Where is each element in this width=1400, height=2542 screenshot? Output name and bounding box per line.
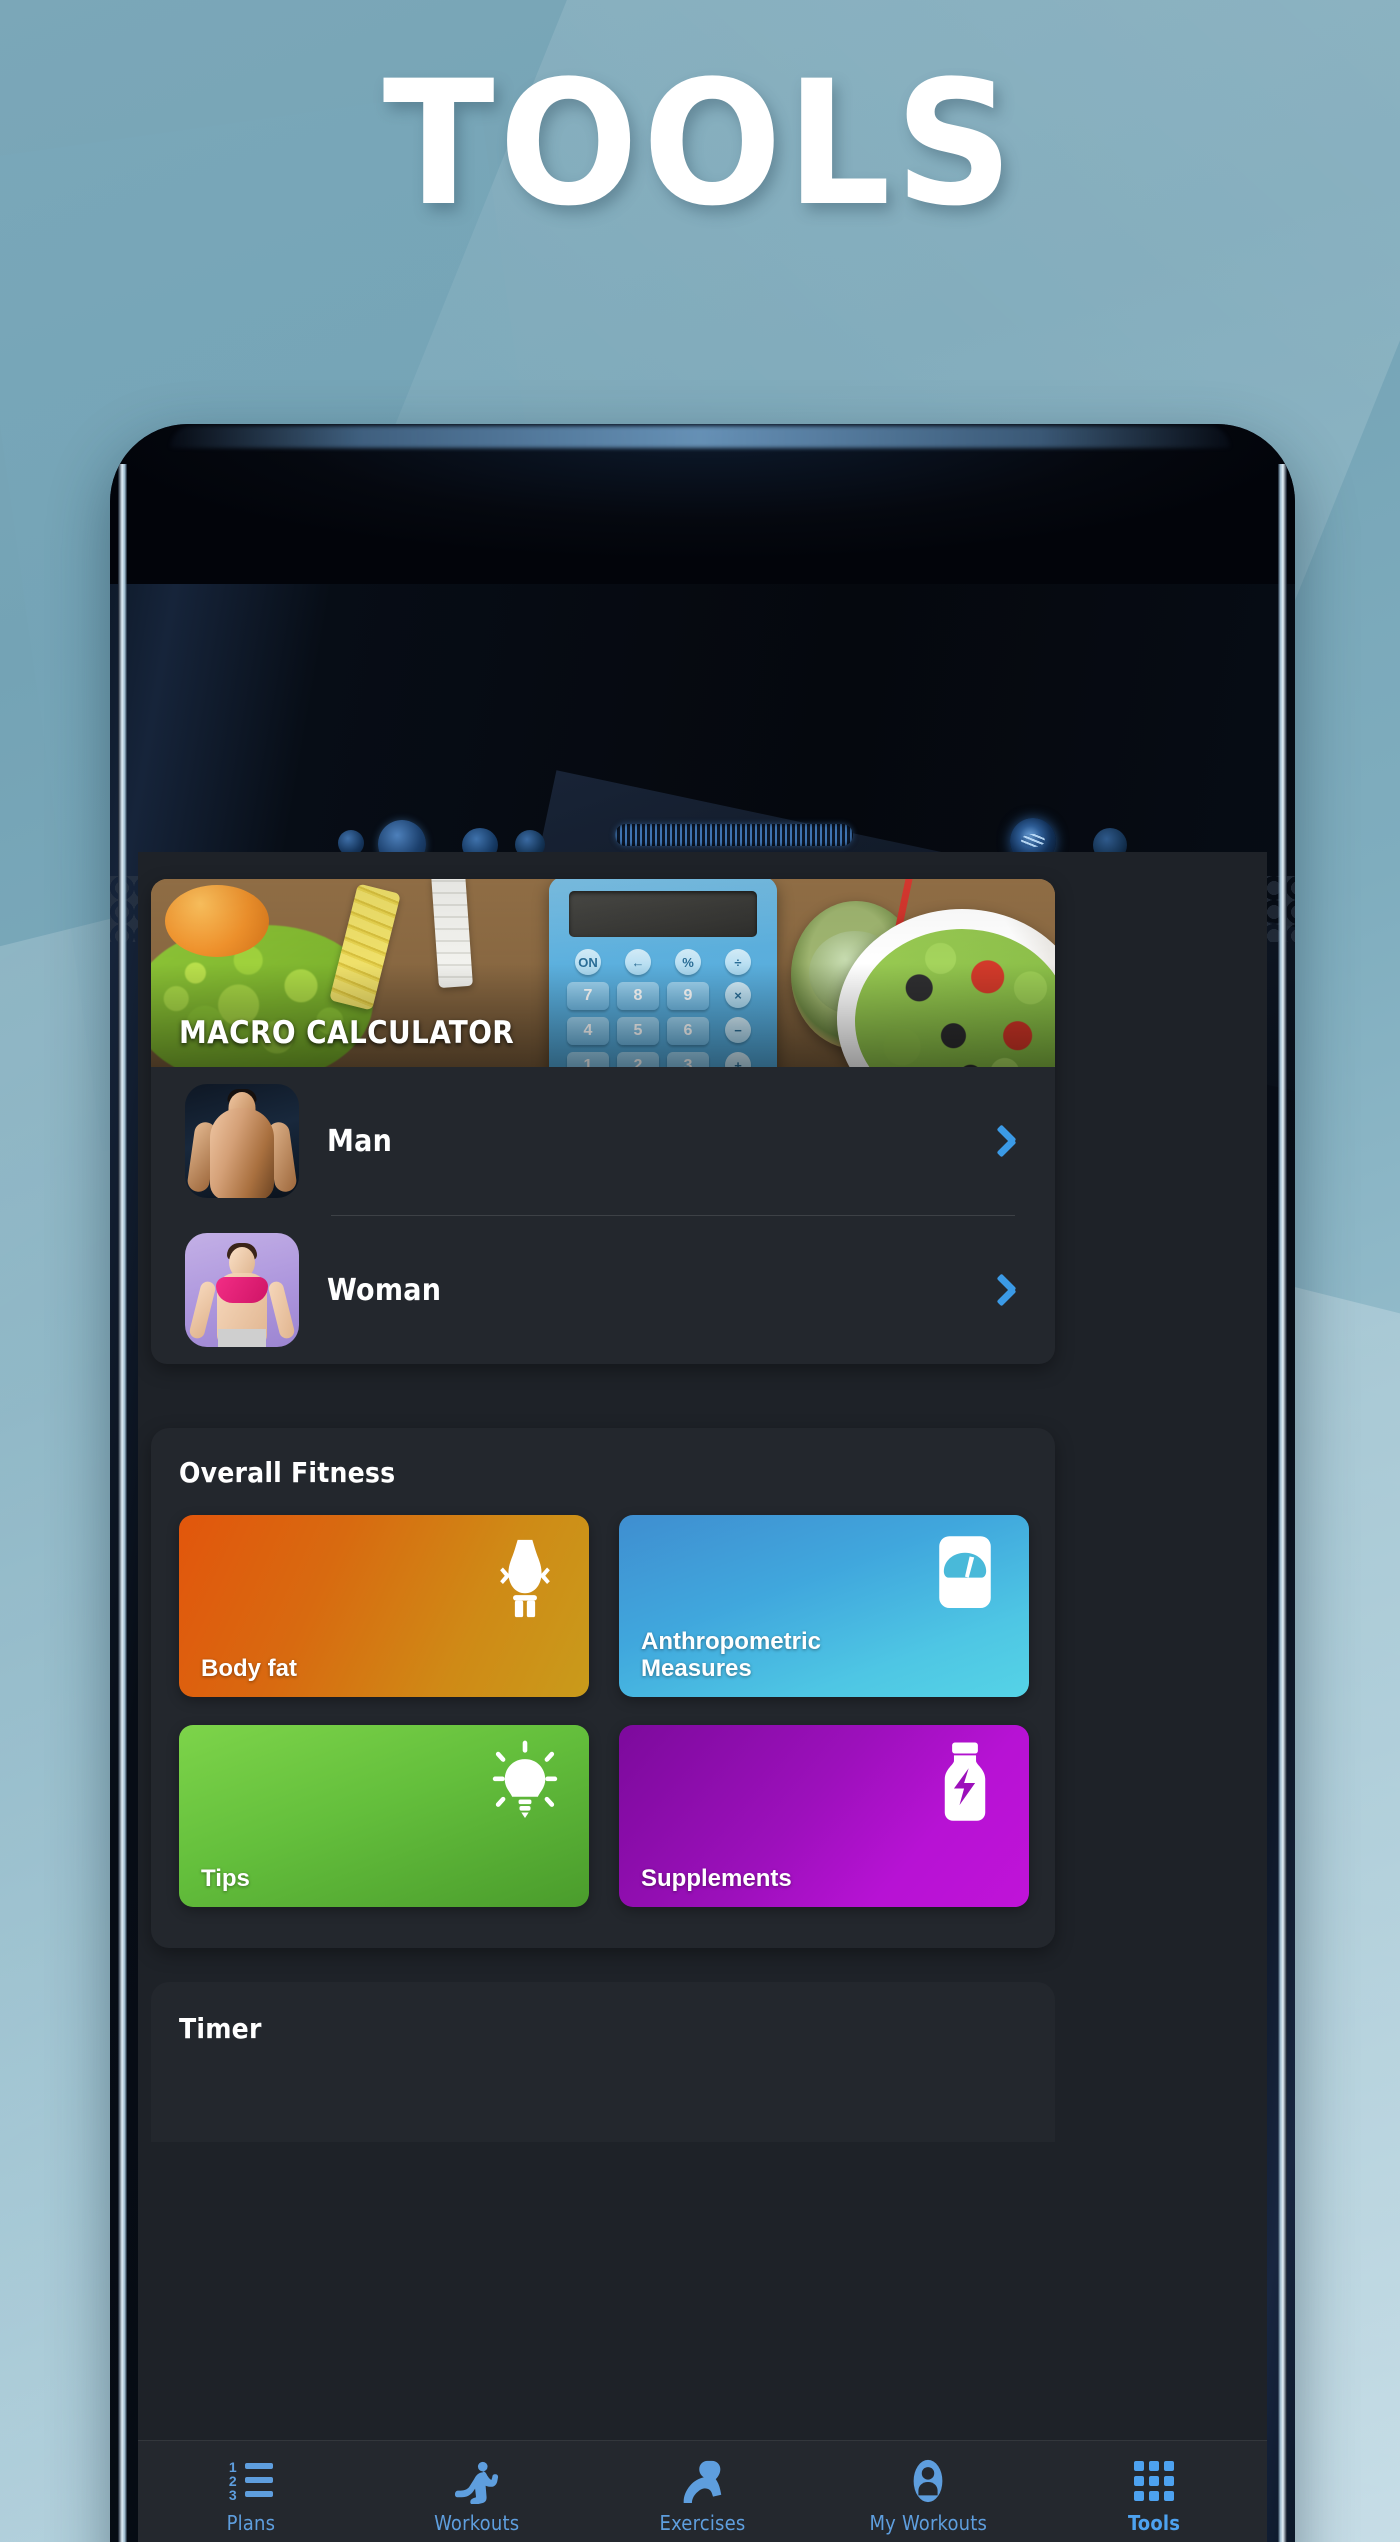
- tile-supplements[interactable]: Supplements: [619, 1725, 1029, 1907]
- grid-cell: [1134, 2491, 1145, 2501]
- poster-canvas: TOOLS MACRO CALCULATOR Man Woman Overall…: [0, 0, 1400, 2542]
- nav-label: Tools: [1127, 2511, 1181, 2535]
- woman-arm-right: [267, 1280, 296, 1340]
- macro-row-label: Man: [327, 1123, 393, 1159]
- biceps-arm-icon: [680, 2458, 724, 2504]
- numbered-list-icon: 1 2 3: [229, 2458, 273, 2504]
- nav-label: Plans: [226, 2511, 276, 2535]
- person-avatar-icon: [905, 2458, 951, 2504]
- nav-item-tools[interactable]: Tools: [1041, 2441, 1267, 2542]
- chevron-right-icon[interactable]: [993, 1120, 1019, 1162]
- macro-row-man[interactable]: Man: [151, 1067, 1055, 1215]
- fitness-tile-grid: Body fat Anthropometric Measures Tips Su…: [179, 1515, 1029, 1907]
- earpiece-speaker-icon: [615, 824, 853, 846]
- tile-body-fat[interactable]: Body fat: [179, 1515, 589, 1697]
- macro-calculator-card[interactable]: ON ← % ÷ 7 8 9 × 4 5 6 − 1: [151, 879, 1055, 1364]
- grid-cell: [1164, 2491, 1175, 2501]
- macro-row-label: Woman: [327, 1272, 442, 1308]
- nav-item-plans[interactable]: 1 2 3 Plans: [138, 2441, 364, 2542]
- section-title-overall-fitness: Overall Fitness: [179, 1456, 396, 1489]
- lightbulb-icon: [479, 1737, 571, 1829]
- grid-cell: [1149, 2461, 1160, 2471]
- flexing-person-icon: [453, 2458, 501, 2504]
- grid-apps-icon: [1134, 2458, 1175, 2504]
- list-bar: [244, 2491, 273, 2497]
- phone-top-bezel: [110, 424, 1295, 584]
- list-number: 3: [228, 2487, 237, 2503]
- overall-fitness-card: Overall Fitness Body fat Anthropometric …: [151, 1428, 1055, 1948]
- tile-label: Anthropometric Measures: [641, 1628, 821, 1683]
- man-thumbnail: [185, 1084, 299, 1198]
- tile-label: Body fat: [201, 1655, 297, 1683]
- chevron-right-icon[interactable]: [993, 1269, 1019, 1311]
- woman-arm-left: [188, 1280, 217, 1340]
- nav-item-exercises[interactable]: Exercises: [590, 2441, 816, 2542]
- nav-label: Workouts: [434, 2511, 520, 2535]
- woman-thumbnail: [185, 1233, 299, 1347]
- grid-cell: [1149, 2476, 1160, 2486]
- body-measure-icon: [479, 1527, 571, 1619]
- woman-sportsbra: [216, 1277, 268, 1303]
- timer-card[interactable]: Timer: [151, 1982, 1055, 2142]
- grid-cell: [1134, 2461, 1145, 2471]
- supplement-bottle-icon: [919, 1737, 1011, 1829]
- nav-item-my-workouts[interactable]: My Workouts: [815, 2441, 1041, 2542]
- tile-tips[interactable]: Tips: [179, 1725, 589, 1907]
- list-bar: [244, 2477, 273, 2483]
- macro-hero-image: ON ← % ÷ 7 8 9 × 4 5 6 − 1: [151, 879, 1055, 1067]
- grid-cell: [1164, 2476, 1175, 2486]
- grid-cell: [1134, 2476, 1145, 2486]
- woman-pants: [218, 1329, 266, 1347]
- man-torso: [210, 1108, 274, 1198]
- app-screen: ON ← % ÷ 7 8 9 × 4 5 6 − 1: [138, 852, 1267, 2440]
- tile-label: Tips: [201, 1865, 250, 1893]
- grid-cell: [1164, 2461, 1175, 2471]
- nav-label: Exercises: [659, 2511, 746, 2535]
- nav-label: My Workouts: [869, 2511, 988, 2535]
- macro-hero-title: MACRO CALCULATOR: [179, 1015, 515, 1051]
- page-title: TOOLS: [382, 43, 1018, 244]
- bottom-navigation-bar: 1 2 3 Plans Workouts Exercises My Workou…: [138, 2440, 1267, 2542]
- nav-item-workouts[interactable]: Workouts: [364, 2441, 590, 2542]
- section-title-timer: Timer: [179, 2012, 262, 2045]
- weight-scale-icon: [919, 1527, 1011, 1619]
- macro-row-woman[interactable]: Woman: [151, 1216, 1055, 1364]
- bezel-sheen: [170, 426, 1230, 448]
- list-bar: [244, 2463, 273, 2469]
- tile-anthropometric-measures[interactable]: Anthropometric Measures: [619, 1515, 1029, 1697]
- phone-mockup: ON ← % ÷ 7 8 9 × 4 5 6 − 1: [110, 424, 1295, 2542]
- grid-cell: [1149, 2491, 1160, 2501]
- tile-label: Supplements: [641, 1865, 792, 1893]
